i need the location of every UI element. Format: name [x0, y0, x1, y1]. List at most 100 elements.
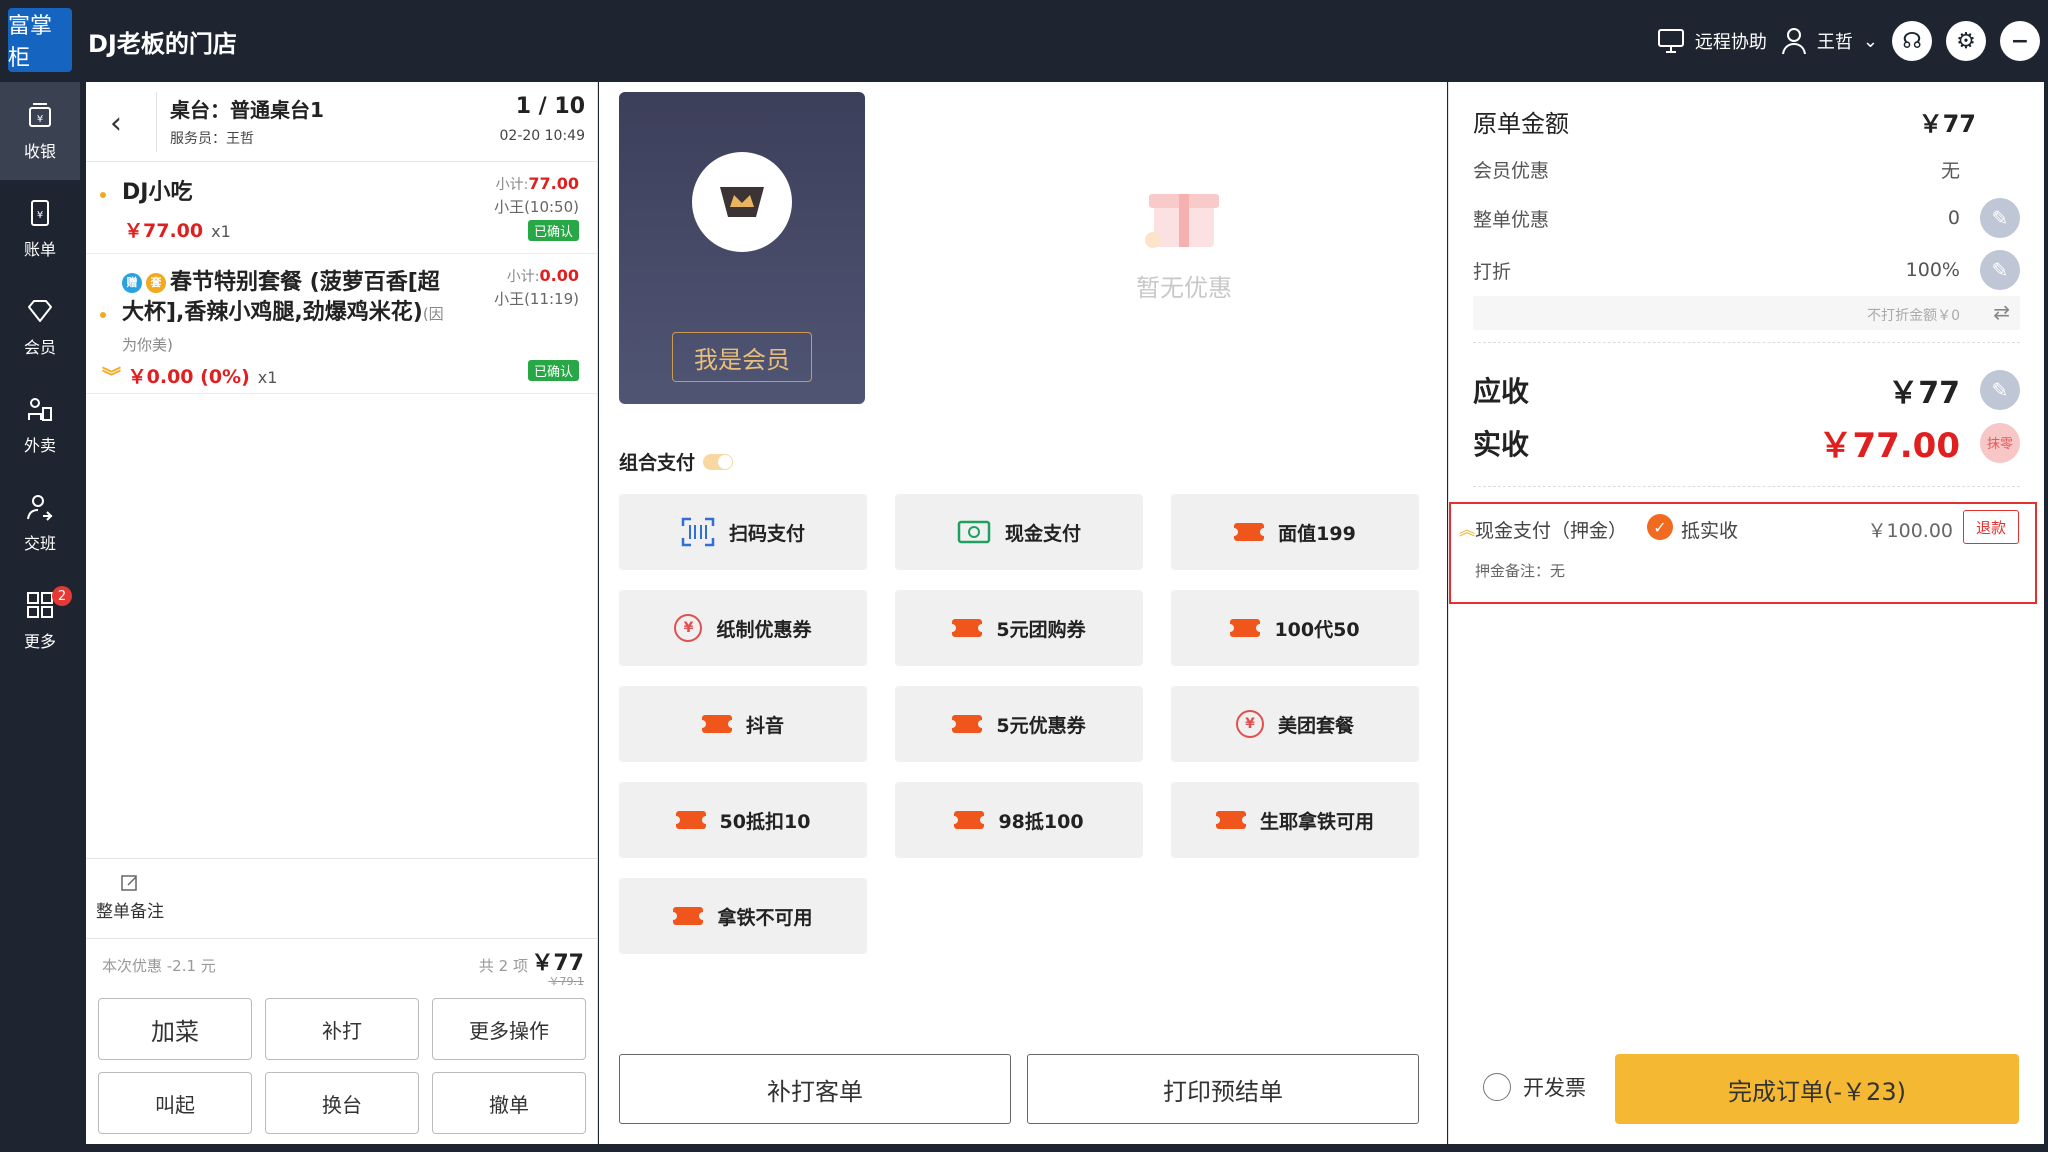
- support-icon[interactable]: ☊: [1892, 21, 1932, 61]
- meituan-set-button[interactable]: ¥ 美团套餐: [1171, 686, 1419, 762]
- sidebar-item-handover[interactable]: 交班: [0, 474, 80, 572]
- sidebar-item-label: 收银: [23, 142, 56, 161]
- chevron-up-icon[interactable]: ︽: [1459, 516, 1475, 540]
- item-name: DJ小吃: [122, 180, 193, 205]
- item-name-block: 赠套春节特别套餐 (菠萝百香[超大杯],香辣小鸡腿,劲爆鸡米花)(因为你美): [122, 268, 452, 360]
- table-title: 桌台：普通桌台1: [170, 98, 324, 122]
- subtotal-label: 小计:: [506, 269, 540, 285]
- edit-icon[interactable]: ✎: [1980, 250, 2020, 290]
- print-pre-settlement-button[interactable]: 打印预结单: [1027, 1054, 1419, 1124]
- sidebar: ¥ 收银 ¥ 账单 会员 外卖 交班 更多 2: [0, 82, 80, 1152]
- pay-label: 扫码支付: [728, 522, 805, 545]
- pay-label: 生耶拿铁可用: [1259, 810, 1374, 833]
- edit-icon[interactable]: ✎: [1980, 370, 2020, 410]
- divider: [1473, 342, 2020, 343]
- payment-methods: 扫码支付 现金支付 面值199 ¥ 纸制优惠券 5元团购券 100代50 抖音: [619, 494, 1419, 954]
- notification-badge: 2: [52, 586, 72, 606]
- order-item[interactable]: 赠套春节特别套餐 (菠萝百香[超大杯],香辣小鸡腿,劲爆鸡米花)(因为你美) ︾…: [86, 254, 597, 394]
- cash-pay-button[interactable]: 现金支付: [895, 494, 1143, 570]
- item-price-line: ︾ ￥0.00 (0%) x1: [102, 362, 277, 389]
- no-discount-bar: 不打折金额￥0 ⇄: [1473, 296, 2020, 330]
- status-badge: 已确认: [527, 360, 579, 381]
- item-name: 春节特别套餐 (菠萝百香[超大杯],香辣小鸡腿,劲爆鸡米花): [122, 270, 440, 325]
- record-method: 现金支付（押金）: [1475, 520, 1628, 542]
- user-icon: [1781, 28, 1806, 55]
- print-buttons: 补打客单 打印预结单: [619, 1054, 1419, 1124]
- invoice-label: 开发票: [1523, 1076, 1586, 1100]
- original-amount-value: ￥77: [1918, 110, 1976, 138]
- ticket-icon: [948, 715, 987, 733]
- latte-usable-button[interactable]: 生耶拿铁可用: [1171, 782, 1419, 858]
- item-waiter-time: 小王(10:50): [494, 198, 579, 216]
- combo-pay-toggle[interactable]: [703, 453, 734, 470]
- call-up-button[interactable]: 叫起: [98, 1072, 252, 1134]
- whole-discount-value: 0: [1947, 207, 1960, 229]
- group-coupon-5-button[interactable]: 5元团购券: [895, 590, 1143, 666]
- original-amount-row: 原单金额 ￥77: [1473, 104, 2020, 139]
- add-dish-button[interactable]: 加菜: [98, 998, 252, 1060]
- cancel-order-button[interactable]: 撤单: [432, 1072, 586, 1134]
- edit-icon[interactable]: ✎: [1980, 198, 2020, 238]
- member-icon: [28, 300, 52, 322]
- minimize-icon[interactable]: −: [2000, 21, 2040, 61]
- scan-pay-button[interactable]: 扫码支付: [619, 494, 867, 570]
- sidebar-item-member[interactable]: 会员: [0, 278, 80, 376]
- finish-order-button[interactable]: 完成订单(-￥23): [1615, 1054, 2019, 1124]
- member-login-button[interactable]: 我是会员: [672, 332, 812, 382]
- back-arrow-icon[interactable]: ‹: [110, 106, 140, 141]
- remote-help-button[interactable]: 远程协助: [1657, 28, 1767, 54]
- deposit-note: 押金备注：无: [1475, 562, 1566, 580]
- sidebar-item-more[interactable]: 更多 2: [0, 572, 80, 670]
- gear-icon[interactable]: ⚙: [1946, 21, 1986, 61]
- voucher-199-button[interactable]: 面值199: [1171, 494, 1419, 570]
- item-subtotal: 小计:77.00: [496, 174, 579, 194]
- voucher-100-50-button[interactable]: 100代50: [1171, 590, 1419, 666]
- record-amount: ￥100.00: [1867, 520, 1953, 542]
- voucher-50-10-button[interactable]: 50抵扣10: [619, 782, 867, 858]
- item-price: ￥0.00 (0%): [127, 366, 250, 388]
- ticket-icon: [669, 907, 708, 925]
- discount-rate-label: 打折: [1473, 260, 1512, 283]
- monitor-icon: [1657, 29, 1684, 53]
- pay-label: 拿铁不可用: [717, 906, 813, 929]
- user-menu[interactable]: 王哲 ⌄: [1781, 27, 1878, 55]
- round-off-button[interactable]: 抹零: [1980, 422, 2020, 463]
- combo-pay-label: 组合支付: [619, 452, 696, 474]
- latte-unusable-button[interactable]: 拿铁不可用: [619, 878, 867, 954]
- change-table-button[interactable]: 换台: [265, 1072, 419, 1134]
- invoice-radio[interactable]: [1483, 1073, 1511, 1101]
- payment-record: ︽ 现金支付（押金） ✓ 抵实收 ￥100.00 退款 押金备注：无: [1449, 502, 2037, 604]
- item-price: ￥77.00: [124, 220, 204, 242]
- ticket-icon: [1211, 811, 1250, 829]
- refund-button[interactable]: 退款: [1963, 510, 2019, 544]
- chevron-down-icon: ⌄: [1862, 30, 1878, 52]
- order-summary: 本次优惠 -2.1 元 共 2 项 ￥77 ￥79.1: [86, 938, 598, 988]
- sidebar-item-bill[interactable]: ¥ 账单: [0, 180, 80, 278]
- more-actions-button[interactable]: 更多操作: [432, 998, 586, 1060]
- reprint-receipt-button[interactable]: 补打客单: [619, 1054, 1011, 1124]
- sidebar-item-label: 外卖: [23, 436, 56, 455]
- bill-icon: ¥: [31, 200, 49, 226]
- pay-label: 5元团购券: [996, 618, 1086, 641]
- check-icon[interactable]: ✓: [1647, 514, 1673, 540]
- svg-text:¥: ¥: [37, 114, 43, 125]
- sidebar-item-delivery[interactable]: 外卖: [0, 376, 80, 474]
- voucher-98-100-button[interactable]: 98抵100: [895, 782, 1143, 858]
- ticket-icon: [1226, 619, 1265, 637]
- order-panel: ‹ 桌台：普通桌台1 服务员：王哲 1 / 10 02-20 10:49 DJ小…: [86, 82, 598, 1144]
- paper-coupon-button[interactable]: ¥ 纸制优惠券: [619, 590, 867, 666]
- discount-rate-value: 100%: [1905, 259, 1960, 281]
- swap-icon[interactable]: ⇄: [1993, 300, 2010, 324]
- coupon-5-button[interactable]: 5元优惠券: [895, 686, 1143, 762]
- sidebar-item-label: 会员: [23, 338, 56, 357]
- douyin-button[interactable]: 抖音: [619, 686, 867, 762]
- order-remark-button[interactable]: 整单备注: [96, 873, 164, 922]
- sidebar-item-cashier[interactable]: ¥ 收银: [0, 82, 80, 180]
- settlement-panel: 原单金额 ￥77 会员优惠 无 整单优惠 0 ✎ 打折 100% ✎ 不打折金额…: [1448, 82, 2044, 1144]
- original-amount-label: 原单金额: [1473, 110, 1569, 138]
- order-item[interactable]: DJ小吃 ￥77.00 x1 小计:77.00 小王(10:50) 已确认: [86, 162, 597, 254]
- whole-discount-row: 整单优惠 0 ✎: [1473, 198, 2020, 238]
- invoice-option[interactable]: 开发票: [1483, 1072, 1586, 1102]
- reprint-button[interactable]: 补打: [265, 998, 419, 1060]
- member-discount-label: 会员优惠: [1473, 160, 1550, 182]
